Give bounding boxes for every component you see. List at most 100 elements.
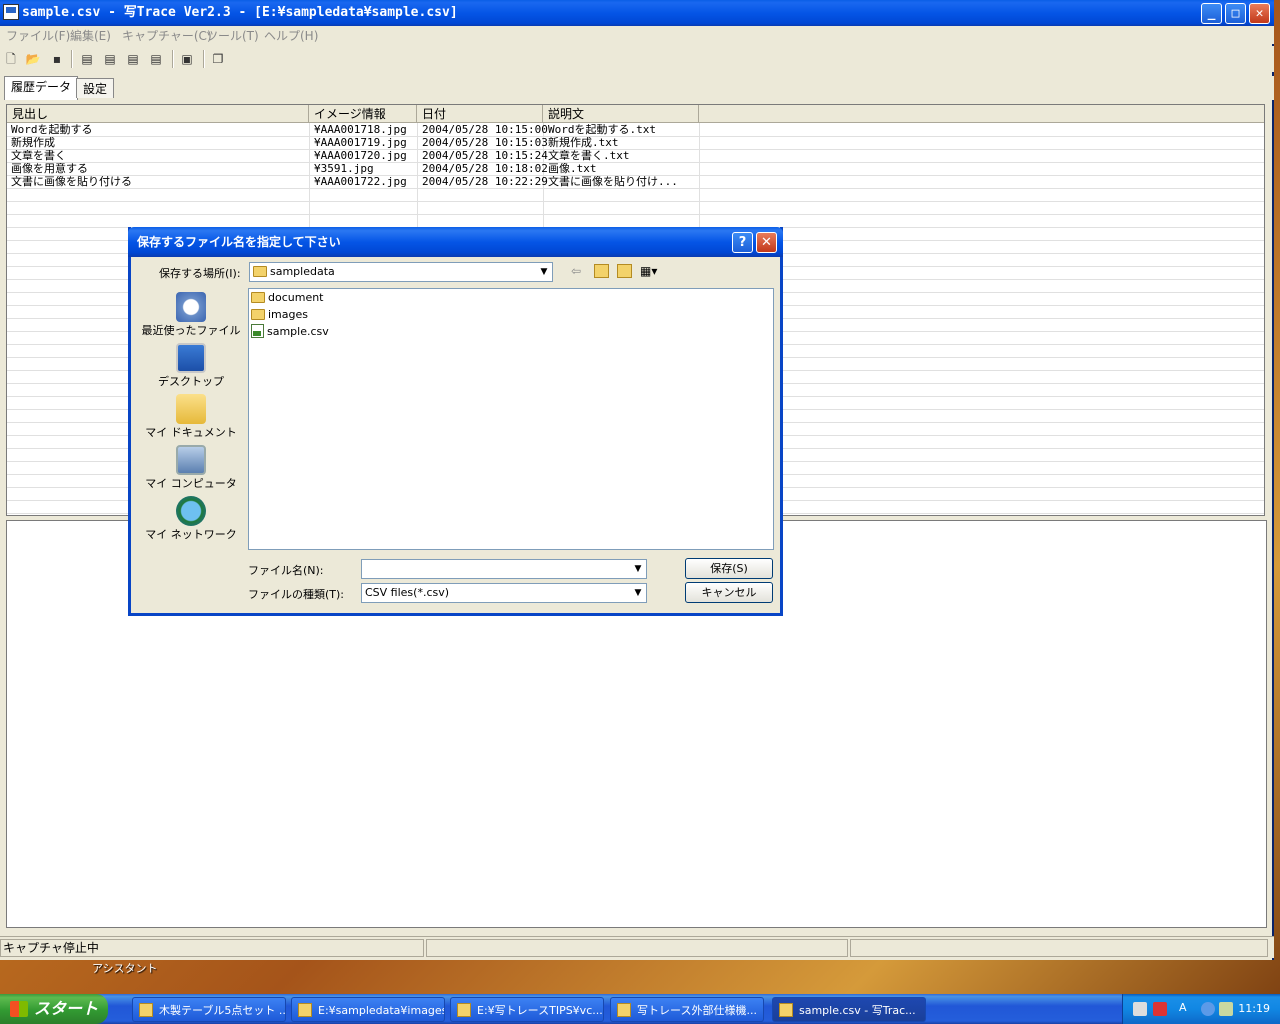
system-tray: A 11:19: [1122, 994, 1280, 1024]
cell-heading: Wordを起動する: [11, 124, 93, 136]
table-row[interactable]: 新規作成 ¥AAA001719.jpg 2004/05/28 10:15:03 …: [7, 137, 1264, 150]
list-item[interactable]: sample.csv: [251, 324, 329, 340]
clock[interactable]: 11:19: [1238, 994, 1270, 1024]
cell-image: ¥AAA001718.jpg: [314, 124, 407, 136]
folder-icon: [457, 1003, 471, 1017]
cell-heading: 文書に画像を貼り付ける: [11, 176, 132, 188]
back-icon[interactable]: ⇦: [571, 264, 585, 278]
title-bar[interactable]: sample.csv - 写Trace Ver2.3 - [E:¥sampled…: [0, 0, 1274, 26]
place-my-documents-label: マイ ドキュメント: [145, 426, 237, 439]
taskbar-item-label: sample.csv - 写Trac...: [799, 1004, 916, 1017]
new-folder-icon[interactable]: [617, 264, 632, 278]
file-list[interactable]: document images sample.csv: [248, 288, 774, 550]
taskbar-item[interactable]: 木製テーブル5点セット ...: [132, 997, 286, 1022]
filetype-select[interactable]: CSV files(*.csv) ▼: [361, 583, 647, 603]
tab-history-data[interactable]: 履歴データ: [4, 76, 79, 100]
menu-help[interactable]: ヘルプ(H): [264, 27, 318, 44]
maximize-button[interactable]: □: [1225, 3, 1246, 24]
file-name: sample.csv: [267, 325, 329, 338]
start-label: スタート: [34, 999, 99, 1018]
column-header-image[interactable]: イメージ情報: [309, 105, 417, 123]
filetype-label: ファイルの種類(T):: [248, 588, 345, 601]
cell-image: ¥AAA001722.jpg: [314, 176, 407, 188]
cell-date: 2004/05/28 10:22:29: [422, 176, 548, 188]
list-view-icon-4[interactable]: ▤: [148, 51, 164, 67]
menu-bar: ファイル(F) 編集(E) キャプチャー(C) ツール(T) ヘルプ(H): [0, 26, 1274, 44]
column-header-date[interactable]: 日付: [417, 105, 543, 123]
arrow-icon[interactable]: [1201, 1002, 1215, 1016]
window-icon[interactable]: ❐: [210, 51, 226, 67]
new-file-icon[interactable]: 🗋: [3, 51, 19, 67]
save-icon[interactable]: ▪: [49, 51, 65, 67]
taskbar-item-label: 写トレース外部仕様機...: [637, 1004, 757, 1017]
save-in-combo[interactable]: sampledata ▼: [249, 262, 553, 282]
place-my-computer[interactable]: マイ コンピュータ: [139, 445, 243, 491]
folder-icon: [251, 308, 265, 320]
windows-logo-icon: [10, 1001, 28, 1017]
cell-date: 2004/05/28 10:15:03: [422, 137, 548, 149]
place-recent[interactable]: 最近使ったファイル: [139, 292, 243, 338]
app-icon[interactable]: [3, 4, 19, 20]
dialog-title: 保存するファイル名を指定して下さい: [137, 235, 341, 249]
file-name: document: [268, 291, 324, 304]
taskbar-item[interactable]: E:¥sampledata¥images: [291, 997, 445, 1022]
cell-date: 2004/05/28 10:15:24: [422, 150, 548, 162]
keyboard-icon[interactable]: [1133, 1002, 1147, 1016]
network-icon[interactable]: [1219, 1002, 1233, 1016]
dialog-title-bar[interactable]: 保存するファイル名を指定して下さい ? ✕: [128, 227, 783, 257]
cell-date: 2004/05/28 10:15:00: [422, 124, 548, 136]
help-button[interactable]: ?: [732, 232, 753, 253]
window-icon: [139, 1003, 153, 1017]
place-desktop[interactable]: デスクトップ: [139, 343, 243, 389]
place-desktop-label: デスクトップ: [158, 375, 224, 388]
taskbar-item[interactable]: E:¥写トレースTIPS¥vc...: [450, 997, 604, 1022]
place-my-documents[interactable]: マイ ドキュメント: [139, 394, 243, 440]
minimize-button[interactable]: _: [1201, 3, 1222, 24]
view-menu-icon[interactable]: ▦▾: [640, 264, 662, 278]
folder-icon: [253, 265, 267, 277]
ime-icon[interactable]: A: [1179, 1001, 1193, 1015]
app-icon: [779, 1003, 793, 1017]
list-item[interactable]: document: [251, 290, 324, 306]
open-icon[interactable]: 📂: [25, 51, 41, 67]
taskbar-item-active[interactable]: sample.csv - 写Trac...: [772, 997, 926, 1022]
cell-description: 新規作成.txt: [548, 137, 619, 149]
list-view-icon-3[interactable]: ▤: [125, 51, 141, 67]
csv-file-icon: [251, 324, 264, 338]
cell-image: ¥3591.jpg: [314, 163, 374, 175]
up-folder-icon[interactable]: [594, 264, 609, 278]
close-button[interactable]: ✕: [1249, 3, 1270, 24]
desktop-assistant-label[interactable]: アシスタント: [92, 960, 158, 976]
save-dialog: 保存するファイル名を指定して下さい ? ✕ 保存する場所(I): sampled…: [128, 227, 783, 616]
taskbar-item-label: E:¥sampledata¥images: [318, 1004, 445, 1017]
column-header-heading[interactable]: 見出し: [7, 105, 309, 123]
menu-file[interactable]: ファイル(F): [6, 27, 70, 44]
menu-tools[interactable]: ツール(T): [206, 27, 259, 44]
start-button[interactable]: スタート: [0, 994, 108, 1024]
menu-capture[interactable]: キャプチャー(C): [122, 27, 212, 44]
my-network-icon: [176, 496, 206, 526]
chevron-down-icon[interactable]: ▼: [630, 584, 646, 602]
save-button[interactable]: 保存(S): [685, 558, 773, 579]
list-view-icon-2[interactable]: ▤: [102, 51, 118, 67]
taskbar-item[interactable]: 写トレース外部仕様機...: [610, 997, 764, 1022]
table-row[interactable]: 文章を書く ¥AAA001720.jpg 2004/05/28 10:15:24…: [7, 150, 1264, 163]
chevron-down-icon[interactable]: ▼: [536, 263, 552, 281]
dialog-close-button[interactable]: ✕: [756, 232, 777, 253]
table-row[interactable]: 文書に画像を貼り付ける ¥AAA001722.jpg 2004/05/28 10…: [7, 176, 1264, 189]
capture-window-icon[interactable]: ▣: [179, 51, 195, 67]
place-my-network[interactable]: マイ ネットワーク: [139, 496, 243, 542]
table-row[interactable]: 画像を用意する ¥3591.jpg 2004/05/28 10:18:02 画像…: [7, 163, 1264, 176]
chevron-down-icon[interactable]: ▼: [630, 560, 646, 578]
file-name: images: [268, 308, 308, 321]
column-header-description[interactable]: 説明文: [543, 105, 699, 123]
menu-edit[interactable]: 編集(E): [70, 27, 111, 44]
filename-field[interactable]: ▼: [361, 559, 647, 579]
list-item[interactable]: images: [251, 307, 308, 323]
list-view-icon-1[interactable]: ▤: [79, 51, 95, 67]
security-icon[interactable]: [1153, 1002, 1167, 1016]
cancel-button[interactable]: キャンセル: [685, 582, 773, 603]
tab-settings[interactable]: 設定: [76, 78, 115, 98]
table-row[interactable]: Wordを起動する ¥AAA001718.jpg 2004/05/28 10:1…: [7, 124, 1264, 137]
places-bar: 最近使ったファイル デスクトップ マイ ドキュメント マイ コンピュータ マイ …: [139, 282, 243, 552]
